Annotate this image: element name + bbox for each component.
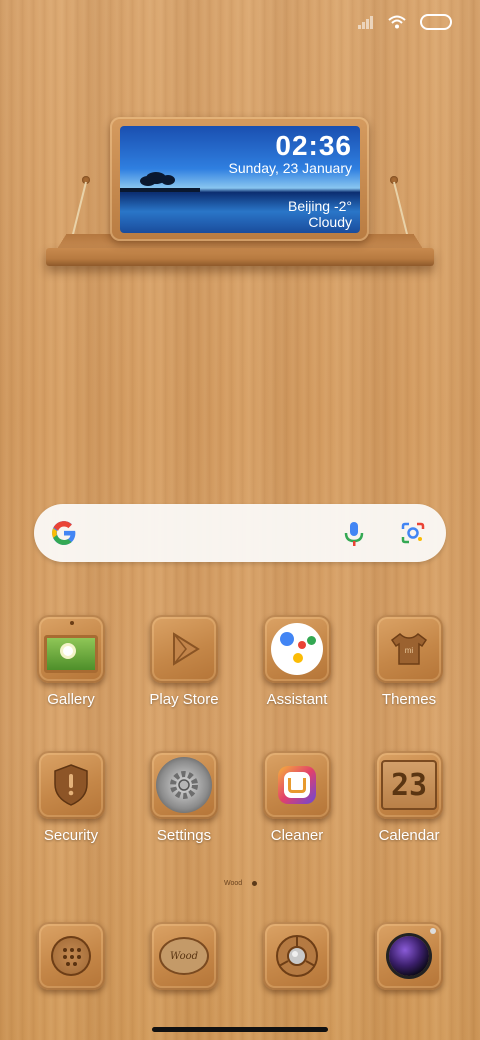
app-label: Assistant: [266, 691, 328, 708]
camera-icon: [375, 922, 443, 990]
dock-phone[interactable]: [21, 922, 121, 990]
clock-weather-widget[interactable]: 02:36 Sunday, 23 January Beijing -2° Clo…: [0, 0, 480, 300]
messages-icon: Wood: [150, 922, 218, 990]
settings-icon: [150, 751, 218, 819]
dock-camera[interactable]: [359, 922, 459, 990]
dock-chrome[interactable]: [247, 922, 347, 990]
phone-icon: [37, 922, 105, 990]
app-gallery[interactable]: Gallery: [21, 615, 121, 708]
app-label: Play Store: [149, 691, 219, 708]
chrome-icon: [263, 922, 331, 990]
page-indicator[interactable]: Wood: [224, 880, 258, 887]
shelf: [46, 248, 434, 266]
app-label: Cleaner: [270, 827, 324, 844]
app-label: Gallery: [47, 691, 95, 708]
page-dot-icon: [252, 880, 258, 886]
app-label: Calendar: [378, 827, 440, 844]
app-cleaner[interactable]: Cleaner: [247, 751, 347, 844]
play-store-icon: [150, 615, 218, 683]
google-icon: [52, 521, 76, 545]
cleaner-icon: [263, 751, 331, 819]
widget-time: 02:36: [275, 130, 352, 161]
app-calendar[interactable]: 23 Calendar: [359, 751, 459, 844]
app-label: Settings: [156, 827, 212, 844]
widget-screen: 02:36 Sunday, 23 January Beijing -2° Clo…: [120, 126, 360, 233]
lens-icon[interactable]: [400, 521, 426, 545]
tree-silhouette: [120, 172, 200, 192]
calendar-icon: 23: [375, 751, 443, 819]
widget-condition: Cloudy: [308, 214, 352, 230]
app-label: Security: [43, 827, 99, 844]
widget-city-temp: Beijing -2°: [288, 198, 352, 214]
app-assistant[interactable]: Assistant: [247, 615, 347, 708]
mic-icon[interactable]: [342, 520, 366, 548]
app-security[interactable]: Security: [21, 751, 121, 844]
themes-icon: mi: [375, 615, 443, 683]
widget-date: Sunday, 23 January: [228, 160, 353, 176]
security-icon: [37, 751, 105, 819]
app-label: Themes: [381, 691, 437, 708]
svg-text:mi: mi: [405, 646, 414, 655]
calendar-day: 23: [390, 767, 428, 803]
google-search-bar[interactable]: [34, 504, 446, 562]
app-play-store[interactable]: Play Store: [134, 615, 234, 708]
gallery-icon: [37, 615, 105, 683]
home-indicator[interactable]: [152, 1027, 328, 1032]
app-themes[interactable]: mi Themes: [359, 615, 459, 708]
assistant-icon: [263, 615, 331, 683]
app-settings[interactable]: Settings: [134, 751, 234, 844]
dock-messages[interactable]: Wood: [134, 922, 234, 990]
